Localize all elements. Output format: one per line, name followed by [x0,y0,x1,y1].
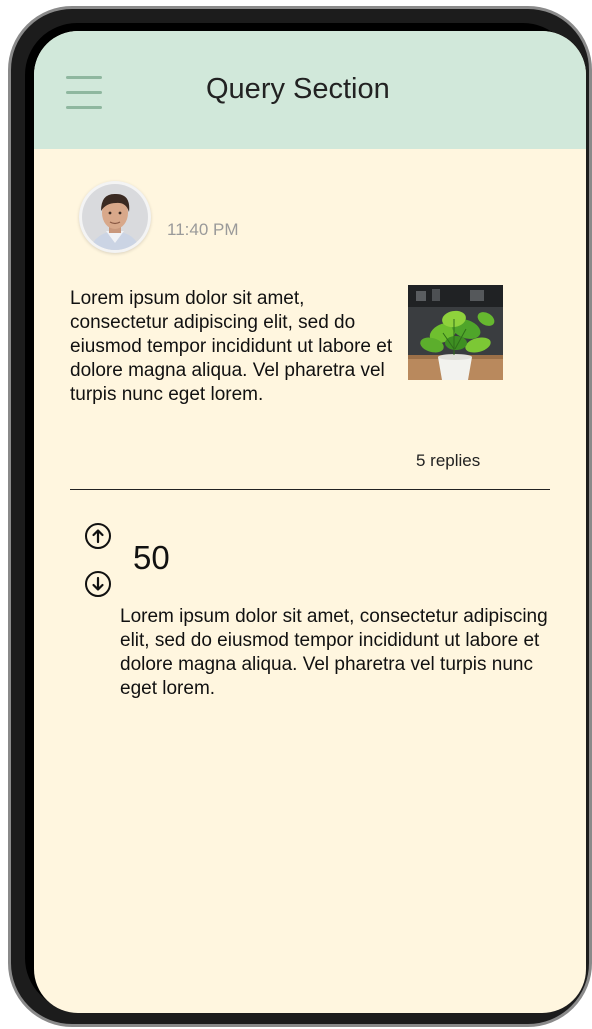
app-screen: Query Section 11:40 PM Lorem ipsum dolor… [34,31,586,1013]
hamburger-menu-icon[interactable] [66,76,102,110]
replies-count-link[interactable]: 5 replies [416,451,480,471]
post-body: Lorem ipsum dolor sit amet, consectetur … [70,288,393,405]
app-header: Query Section [34,31,586,149]
divider [70,489,550,490]
post-timestamp: 11:40 PM [167,220,239,239]
arrow-down-circle-icon[interactable] [84,570,112,598]
reply-body: Lorem ipsum dolor sit amet, consectetur … [120,606,548,699]
arrow-up-circle-icon[interactable] [84,522,112,550]
post-image-plant[interactable] [408,285,503,380]
page-title: Query Section [206,73,390,105]
avatar[interactable] [79,181,151,253]
vote-count: 50 [133,539,170,576]
